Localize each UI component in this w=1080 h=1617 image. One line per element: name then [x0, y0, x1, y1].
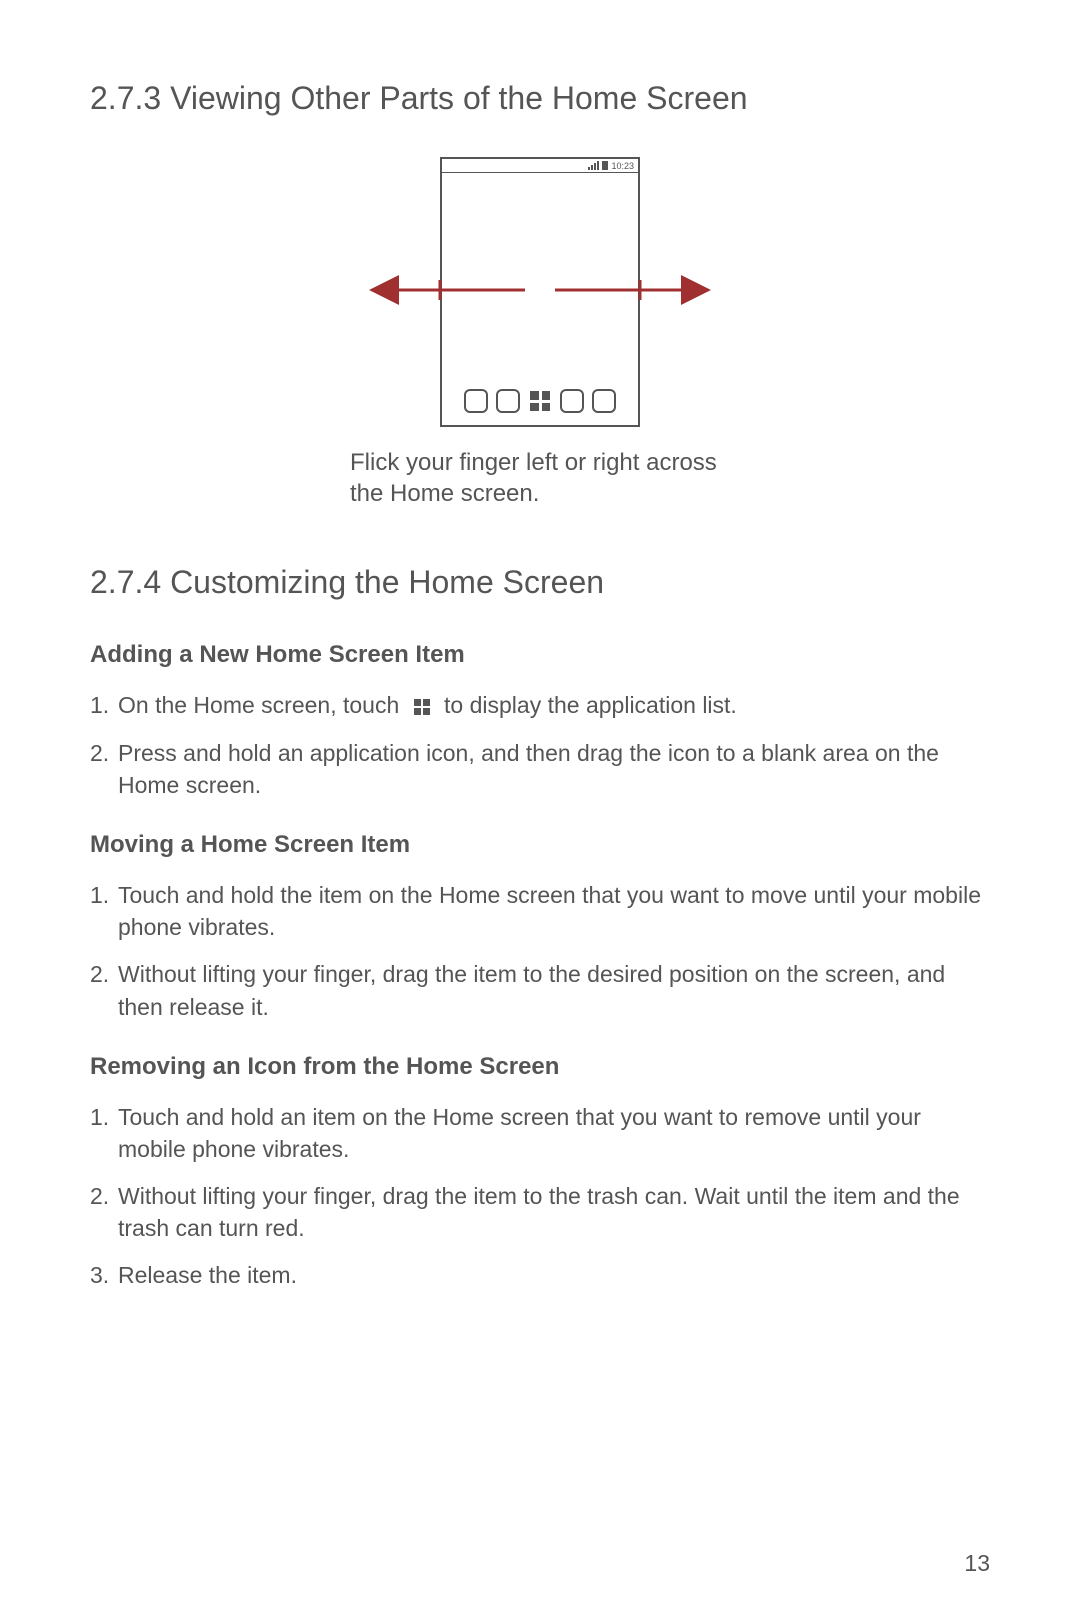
battery-icon — [602, 161, 608, 170]
step-text: Touch and hold the item on the Home scre… — [118, 882, 981, 940]
phone-diagram-container: 10:23 — [90, 157, 990, 509]
list-item: Release the item. — [90, 1259, 990, 1291]
list-item: Touch and hold the item on the Home scre… — [90, 879, 990, 943]
list-item: Press and hold an application icon, and … — [90, 737, 990, 801]
step-text: Release the item. — [118, 1262, 297, 1288]
apps-grid-icon — [528, 389, 552, 413]
phone-wrapper: 10:23 — [440, 157, 640, 427]
section-heading-customizing: 2.7.4 Customizing the Home Screen — [90, 564, 990, 601]
dock-icon — [496, 389, 520, 413]
list-item: Touch and hold an item on the Home scree… — [90, 1101, 990, 1165]
subsection-adding: Adding a New Home Screen Item — [90, 641, 990, 669]
dock-icon — [560, 389, 584, 413]
subsection-removing: Removing an Icon from the Home Screen — [90, 1053, 990, 1081]
phone-dock — [442, 389, 638, 413]
step-text: Press and hold an application icon, and … — [118, 740, 939, 798]
step-text: Touch and hold an item on the Home scree… — [118, 1104, 921, 1162]
section-heading-viewing: 2.7.3 Viewing Other Parts of the Home Sc… — [90, 80, 990, 117]
page-number: 13 — [964, 1550, 990, 1577]
apps-grid-icon — [414, 699, 430, 715]
swipe-arrow-icon — [360, 275, 720, 305]
signal-icon — [588, 161, 599, 170]
dock-icon — [464, 389, 488, 413]
list-item: Without lifting your finger, drag the it… — [90, 1180, 990, 1244]
steps-adding: On the Home screen, touch to display the… — [90, 689, 990, 801]
step-text: Without lifting your finger, drag the it… — [118, 961, 945, 1019]
status-time: 10:23 — [611, 161, 634, 171]
steps-moving: Touch and hold the item on the Home scre… — [90, 879, 990, 1023]
diagram-caption: Flick your finger left or right across t… — [350, 447, 730, 509]
dock-icon — [592, 389, 616, 413]
step-text-post: to display the application list. — [444, 692, 737, 718]
list-item: On the Home screen, touch to display the… — [90, 689, 990, 721]
steps-removing: Touch and hold an item on the Home scree… — [90, 1101, 990, 1292]
phone-status-bar: 10:23 — [442, 159, 638, 173]
step-text-pre: On the Home screen, touch — [118, 692, 399, 718]
list-item: Without lifting your finger, drag the it… — [90, 958, 990, 1022]
subsection-moving: Moving a Home Screen Item — [90, 831, 990, 859]
step-text: Without lifting your finger, drag the it… — [118, 1183, 960, 1241]
